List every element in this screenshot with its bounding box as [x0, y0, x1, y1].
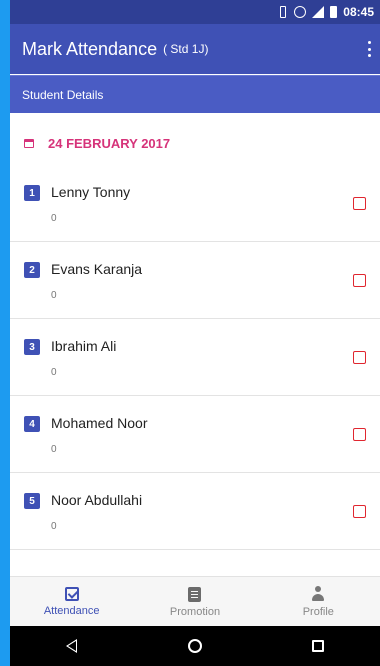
back-icon [66, 639, 78, 653]
attendance-checkbox[interactable] [353, 505, 366, 518]
overflow-menu-icon[interactable] [368, 41, 372, 57]
student-name: Mohamed Noor [51, 415, 148, 431]
status-time: 08:45 [343, 5, 374, 19]
student-count: 0 [51, 444, 57, 455]
attendance-checkbox[interactable] [353, 274, 366, 287]
attendance-checkbox[interactable] [353, 428, 366, 441]
student-name: Lenny Tonny [51, 184, 131, 200]
signal-icon [312, 6, 325, 18]
date-selector[interactable]: 24 FEBRUARY 2017 [10, 130, 380, 156]
student-count: 0 [51, 213, 57, 224]
attendance-checkbox[interactable] [353, 351, 366, 364]
date-label: 24 FEBRUARY 2017 [48, 135, 171, 151]
back-button[interactable] [52, 631, 92, 661]
person-icon [311, 586, 325, 602]
student-number-badge: 2 [24, 262, 40, 278]
home-button[interactable] [175, 631, 215, 661]
vibrate-icon [278, 6, 288, 18]
nav-item-attendance[interactable]: Attendance [10, 577, 133, 627]
class-subtitle: ( Std 1J) [163, 42, 209, 56]
student-count: 0 [51, 290, 57, 301]
student-count: 0 [51, 521, 57, 532]
bottom-navigation: Attendance Promotion Profile [10, 576, 380, 627]
student-name: Noor Abdullahi [51, 492, 143, 508]
list-item[interactable]: 5 Noor Abdullahi 0 [10, 473, 380, 550]
list-item[interactable]: 3 Ibrahim Ali 0 [10, 319, 380, 396]
student-name: Evans Karanja [51, 261, 143, 277]
list-item[interactable]: 4 Mohamed Noor 0 [10, 396, 380, 473]
phone-screen: 08:45 Mark Attendance ( Std 1J) Student … [10, 0, 380, 666]
nav-item-label: Profile [302, 606, 334, 618]
student-list: 1 Lenny Tonny 0 2 Evans Karanja 0 3 Ibra… [10, 165, 380, 550]
student-number-badge: 4 [24, 416, 40, 432]
nav-item-promotion[interactable]: Promotion [133, 577, 256, 627]
app-bar: Mark Attendance ( Std 1J) [10, 24, 380, 74]
list-item[interactable]: 1 Lenny Tonny 0 [10, 165, 380, 242]
page-title: Mark Attendance [22, 38, 158, 59]
student-number-badge: 3 [24, 339, 40, 355]
section-header-label: Student Details [22, 87, 104, 102]
calendar-icon [24, 138, 34, 148]
status-bar: 08:45 [10, 0, 380, 24]
alarm-icon [294, 6, 307, 18]
student-number-badge: 5 [24, 493, 40, 509]
section-header: Student Details [10, 75, 380, 113]
student-number-badge: 1 [24, 185, 40, 201]
list-item[interactable]: 2 Evans Karanja 0 [10, 242, 380, 319]
student-count: 0 [51, 367, 57, 378]
nav-item-label: Promotion [169, 605, 221, 618]
recents-button[interactable] [298, 631, 338, 661]
recents-icon [312, 640, 325, 652]
attendance-checkbox[interactable] [353, 197, 366, 210]
checkbox-icon [64, 587, 79, 601]
system-navigation-bar [10, 626, 380, 666]
nav-item-label: Attendance [43, 605, 100, 617]
document-icon [188, 586, 202, 602]
battery-icon [330, 6, 338, 18]
home-icon [187, 639, 202, 653]
nav-item-profile[interactable]: Profile [257, 577, 380, 627]
student-name: Ibrahim Ali [51, 338, 117, 354]
